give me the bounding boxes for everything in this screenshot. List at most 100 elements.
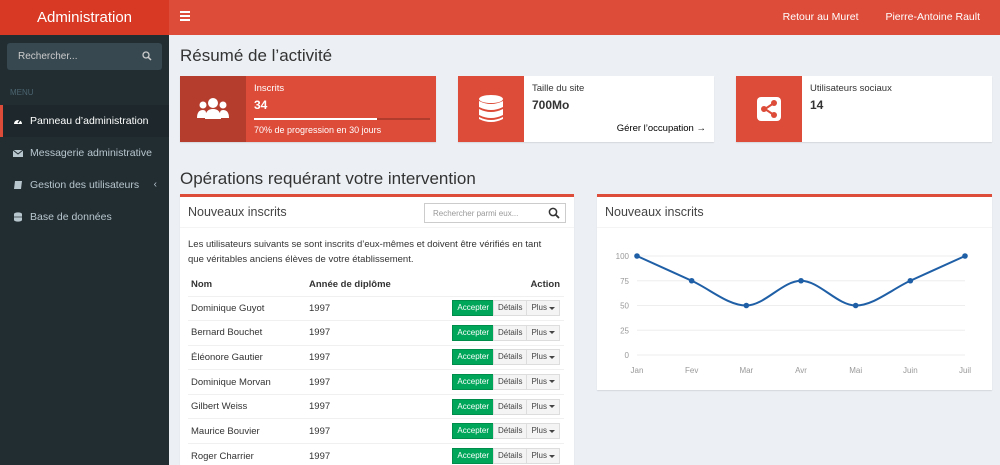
cell-year: 1997 <box>306 320 416 346</box>
accept-button[interactable]: Accepter <box>452 423 494 440</box>
info-value: 700Mo <box>532 98 570 112</box>
details-button[interactable]: Détails <box>492 300 528 317</box>
envelope-icon <box>13 149 23 157</box>
data-point[interactable] <box>907 277 914 284</box>
info-icon-bg <box>736 76 802 142</box>
caret-down-icon <box>549 306 555 310</box>
box-header: Nouveaux inscrits <box>597 197 992 228</box>
action-group: Accepter Détails Plus <box>452 349 560 366</box>
more-dropdown-button[interactable]: Plus <box>526 423 560 440</box>
share-icon <box>757 97 781 121</box>
caret-down-icon <box>549 355 555 359</box>
more-dropdown-button[interactable]: Plus <box>526 398 560 415</box>
search-placeholder: Rechercher parmi eux... <box>433 209 519 218</box>
arrow-right-icon: → <box>696 123 707 134</box>
caret-down-icon <box>549 405 555 409</box>
col-year: Année de diplôme <box>306 274 416 297</box>
accept-button[interactable]: Accepter <box>452 324 494 341</box>
caret-down-icon <box>549 454 555 458</box>
data-point[interactable] <box>962 253 968 259</box>
accept-button[interactable]: Accepter <box>452 448 494 465</box>
signups-intro: Les utilisateurs suivants se sont inscri… <box>188 239 542 265</box>
details-button[interactable]: Détails <box>492 374 528 391</box>
y-tick-label: 50 <box>620 302 629 311</box>
y-tick-label: 0 <box>625 351 630 360</box>
x-tick-label: Jan <box>631 366 644 375</box>
info-label: Utilisateurs sociaux <box>810 83 892 94</box>
back-link[interactable]: Retour au Muret <box>783 11 859 23</box>
more-dropdown-button[interactable]: Plus <box>526 324 560 341</box>
cell-year: 1997 <box>306 344 416 370</box>
sidebar-search[interactable]: Rechercher... <box>7 43 162 70</box>
details-button[interactable]: Détails <box>492 349 528 366</box>
y-tick-label: 75 <box>620 277 629 286</box>
progress-fill <box>254 118 378 120</box>
database-icon <box>479 95 503 122</box>
details-button[interactable]: Détails <box>492 398 528 415</box>
data-point[interactable] <box>852 302 859 309</box>
sidebar-item-label: Panneau d’administration <box>30 115 149 127</box>
cell-year: 1997 <box>306 369 416 395</box>
data-point[interactable] <box>634 253 640 259</box>
table-row: Maurice Bouvier 1997 Accepter Détails Plus <box>188 418 564 444</box>
table-row: Dominique Morvan 1997 Accepter Détails Plus <box>188 369 564 395</box>
sidebar-item-label: Base de données <box>30 211 112 223</box>
col-action: Action <box>415 274 564 297</box>
cell-year: 1997 <box>306 295 416 321</box>
sidebar-item-database[interactable]: Base de données <box>0 201 169 233</box>
data-point[interactable] <box>688 277 695 284</box>
data-point[interactable] <box>743 302 750 309</box>
cell-name: Dominique Morvan <box>188 369 306 395</box>
details-button[interactable]: Détails <box>492 423 528 440</box>
x-tick-label: Juil <box>959 366 971 375</box>
cell-year: 1997 <box>306 443 416 465</box>
action-group: Accepter Détails Plus <box>452 398 560 415</box>
search-icon[interactable] <box>142 51 152 61</box>
details-button[interactable]: Détails <box>492 448 528 465</box>
section-title: Opérations requérant votre intervention <box>180 169 476 188</box>
cell-actions: Accepter Détails Plus <box>415 393 564 419</box>
more-dropdown-button[interactable]: Plus <box>526 349 560 366</box>
more-dropdown-button[interactable]: Plus <box>526 374 560 391</box>
cell-actions: Accepter Détails Plus <box>415 369 564 395</box>
table-row: Dominique Guyot 1997 Accepter Détails Plus <box>188 295 564 321</box>
x-tick-label: Juin <box>903 366 918 375</box>
accept-button[interactable]: Accepter <box>452 374 494 391</box>
details-button[interactable]: Détails <box>492 324 528 341</box>
accept-button[interactable]: Accepter <box>452 398 494 415</box>
cell-actions: Accepter Détails Plus <box>415 295 564 321</box>
caret-down-icon <box>549 331 555 335</box>
cell-year: 1997 <box>306 418 416 444</box>
cell-name: Éléonore Gautier <box>188 344 306 370</box>
data-point[interactable] <box>798 277 804 284</box>
info-value: 14 <box>810 98 824 112</box>
app-logo[interactable]: Administration <box>0 0 169 35</box>
top-header: Administration Retour au Muret Pierre-An… <box>0 0 1000 35</box>
table-row: Roger Charrier 1997 Accepter Détails Plus <box>188 443 564 465</box>
more-label: Plus <box>531 303 547 313</box>
more-label: Plus <box>531 451 547 461</box>
sidebar-item-messaging[interactable]: Messagerie administrative <box>0 137 169 169</box>
more-label: Plus <box>531 426 547 436</box>
table-row: Gilbert Weiss 1997 Accepter Détails Plus <box>188 393 564 419</box>
sidebar-item-label: Gestion des utilisateurs <box>30 179 140 191</box>
info-icon-bg <box>458 76 524 142</box>
manage-storage-link[interactable]: Gérer l’occupation → <box>617 123 706 134</box>
caret-down-icon <box>549 429 555 433</box>
line-chart: 0 25 50 75 100 Jan Fev Mar Avr Mai Juin Juil <box>616 252 972 375</box>
sidebar-item-label: Messagerie administrative <box>30 147 152 159</box>
signups-box: Nouveaux inscrits Rechercher parmi eux..… <box>180 194 574 465</box>
hamburger-icon[interactable] <box>180 11 190 23</box>
search-icon[interactable] <box>548 207 560 219</box>
more-dropdown-button[interactable]: Plus <box>526 300 560 317</box>
accept-button[interactable]: Accepter <box>452 300 494 317</box>
signups-search-input[interactable]: Rechercher parmi eux... <box>424 203 566 223</box>
sidebar-item-dashboard[interactable]: Panneau d’administration <box>0 105 169 137</box>
accept-button[interactable]: Accepter <box>452 349 494 366</box>
sidebar-item-users[interactable]: Gestion des utilisateurs ‹ <box>0 169 169 201</box>
info-value: 34 <box>254 98 268 112</box>
more-dropdown-button[interactable]: Plus <box>526 448 560 465</box>
more-label: Plus <box>531 352 547 362</box>
user-menu[interactable]: Pierre-Antoine Rault <box>885 11 980 23</box>
table-row: Éléonore Gautier 1997 Accepter Détails Plus <box>188 344 564 370</box>
